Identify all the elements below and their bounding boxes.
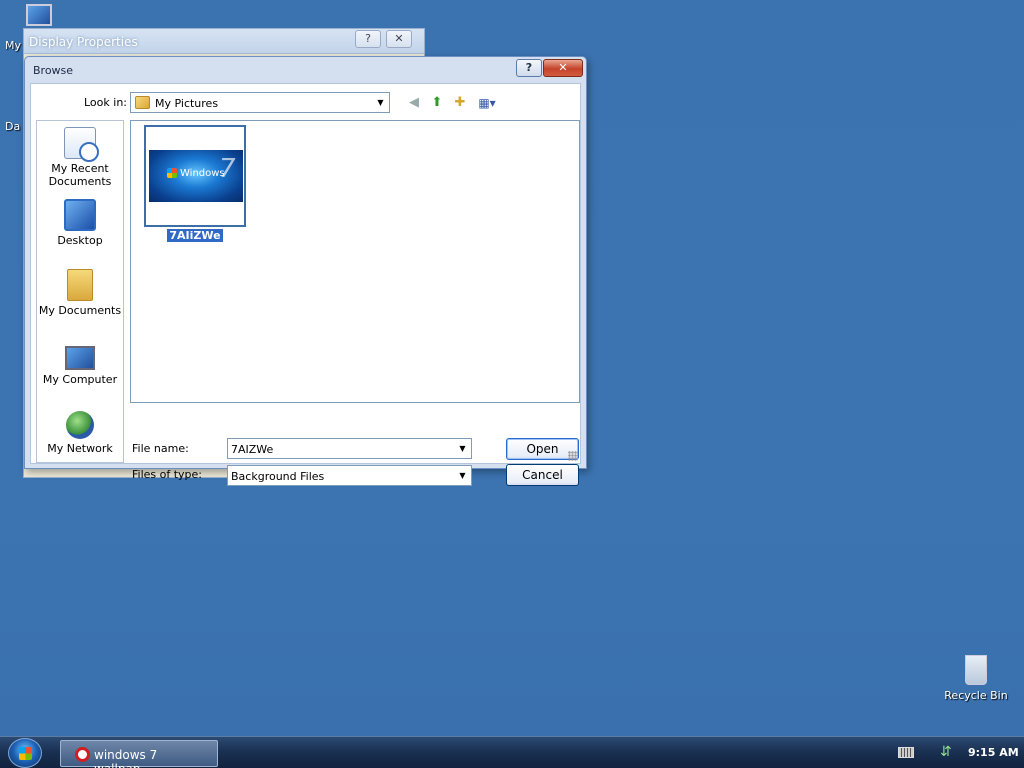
- files-of-type-value: Background Files: [231, 470, 325, 483]
- network-tray-icon[interactable]: ⇵: [940, 744, 952, 760]
- place-desktop[interactable]: Desktop: [37, 199, 123, 247]
- clock[interactable]: 9:15 AM: [968, 746, 1019, 759]
- file-thumbnail[interactable]: Windows 7: [144, 125, 246, 227]
- cancel-button[interactable]: Cancel: [506, 464, 579, 486]
- help-button[interactable]: ?: [516, 59, 542, 77]
- chevron-down-icon[interactable]: ▼: [454, 466, 471, 485]
- resize-grip-icon[interactable]: [568, 451, 578, 461]
- back-icon[interactable]: ◀: [405, 94, 423, 112]
- windows-logo-icon: [167, 168, 177, 178]
- windows-logo-icon: [19, 747, 32, 760]
- window-title: Display Properties: [29, 35, 138, 49]
- window-titlebar[interactable]: Display Properties ? ✕: [24, 29, 424, 54]
- views-menu-icon[interactable]: ▦▾: [474, 94, 500, 112]
- files-of-type-label: Files of type:: [132, 468, 203, 481]
- dialog-title: Browse: [33, 64, 74, 77]
- taskbar-button-label: windows 7 wallpap...: [94, 748, 158, 768]
- place-label: My Recent Documents: [48, 162, 112, 188]
- look-in-label: Look in:: [84, 96, 127, 109]
- place-my-recent-documents[interactable]: My Recent Documents: [37, 127, 123, 188]
- start-button[interactable]: [8, 738, 42, 768]
- desktop-icon-label: My: [5, 39, 22, 52]
- dialog-client: Look in: My Pictures ▼ ◀ ⬆ ✚ ▦▾ My Recen…: [30, 83, 581, 486]
- places-bar: My Recent Documents Desktop My Documents…: [36, 120, 124, 463]
- thumbnail-text: Windows: [180, 168, 225, 179]
- file-name-label[interactable]: 7AIiZWe: [167, 229, 223, 242]
- place-my-network[interactable]: My Network: [37, 411, 123, 455]
- my-computer-icon: [65, 346, 95, 370]
- file-item[interactable]: Windows 7 7AIiZWe: [144, 125, 246, 242]
- place-label: My Documents: [38, 304, 122, 317]
- place-label: My Network: [47, 442, 113, 455]
- taskbar: windows 7 wallpap... ⇵ 9:15 AM: [0, 736, 1024, 768]
- file-name-label: File name:: [132, 442, 189, 455]
- opera-icon: [75, 747, 90, 762]
- place-label: Desktop: [57, 234, 103, 247]
- files-of-type-select[interactable]: Background Files ▼: [227, 465, 472, 486]
- desktop-icon-label: Recycle Bin: [944, 689, 1008, 702]
- up-folder-icon[interactable]: ⬆: [428, 94, 446, 112]
- desktop-icon: [64, 199, 96, 231]
- look-in-combo[interactable]: My Pictures ▼: [130, 92, 390, 113]
- desktop-icon-partial[interactable]: Da: [5, 120, 20, 133]
- keyboard-icon[interactable]: [898, 747, 914, 758]
- my-documents-icon: [67, 269, 93, 301]
- desktop: My Da Recycle Bin Display Properties ? ✕…: [0, 0, 1024, 736]
- file-list[interactable]: Windows 7 7AIiZWe: [130, 120, 580, 403]
- desktop-icon-label: Da: [5, 120, 21, 133]
- new-folder-icon[interactable]: ✚: [451, 94, 469, 112]
- desktop-icon-recycle-bin[interactable]: Recycle Bin: [940, 655, 1012, 702]
- taskbar-button-browser[interactable]: windows 7 wallpap...: [60, 740, 218, 768]
- chevron-down-icon[interactable]: ▼: [454, 439, 471, 458]
- folder-icon: [135, 96, 150, 109]
- close-button[interactable]: ✕: [543, 59, 583, 77]
- look-in-value: My Pictures: [155, 97, 219, 110]
- dialog-titlebar[interactable]: Browse ? ✕: [25, 57, 586, 83]
- wallpaper-thumbnail-image: Windows 7: [149, 150, 243, 202]
- my-network-icon: [66, 411, 94, 439]
- recent-documents-icon: [64, 127, 99, 162]
- place-label: My Computer: [42, 373, 118, 386]
- help-button[interactable]: ?: [355, 30, 381, 48]
- recycle-bin-icon: [965, 655, 987, 685]
- thumbnail-big-text: 7: [219, 154, 236, 184]
- close-button[interactable]: ✕: [386, 30, 412, 48]
- place-my-documents[interactable]: My Documents: [37, 269, 123, 317]
- browse-dialog: Browse ? ✕ Look in: My Pictures ▼ ◀ ⬆ ✚ …: [24, 56, 587, 486]
- file-name-combo[interactable]: 7AIZWe ▼: [227, 438, 472, 459]
- chevron-down-icon[interactable]: ▼: [372, 93, 389, 112]
- file-name-value: 7AIZWe: [231, 443, 274, 456]
- my-computer-icon: [26, 4, 52, 26]
- place-my-computer[interactable]: My Computer: [37, 340, 123, 386]
